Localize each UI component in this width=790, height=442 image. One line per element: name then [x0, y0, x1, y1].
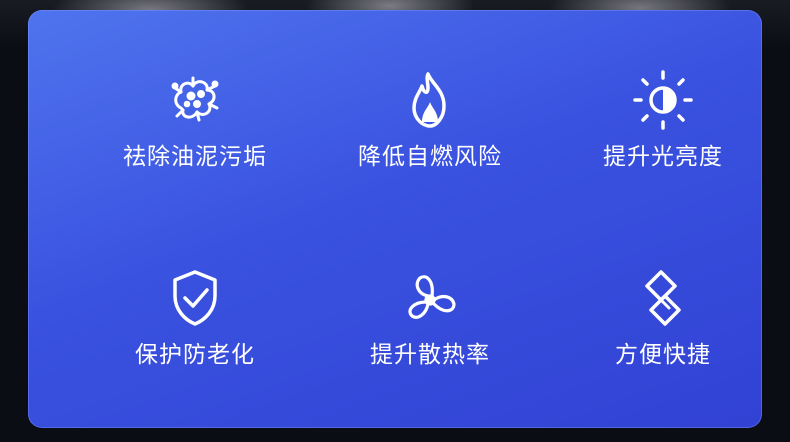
feature-label: 降低自燃风险: [358, 144, 502, 170]
shield-check-icon: [173, 270, 217, 326]
feature-label: 提升散热率: [370, 342, 490, 368]
feature-improve-heat-dissipation: 提升散热率: [330, 266, 530, 370]
feature-convenient: 方便快捷: [563, 266, 763, 370]
fan-icon: [408, 275, 456, 319]
feature-label: 提升光亮度: [603, 144, 723, 170]
flame-icon: [412, 72, 446, 128]
feature-anti-aging: 保护防老化: [95, 266, 295, 370]
sun-brightness-icon: [633, 70, 693, 130]
bacteria-icon: [171, 76, 219, 122]
link-icon: [645, 270, 681, 326]
feature-label: 保护防老化: [135, 342, 255, 368]
feature-improve-brightness: 提升光亮度: [563, 68, 763, 172]
features-panel: 祛除油泥污垢 降低自燃风险 提升光亮度 保护防老化 提升散热率 方便快捷: [28, 10, 762, 428]
feature-label: 方便快捷: [615, 342, 711, 368]
feature-remove-grime: 祛除油泥污垢: [95, 68, 295, 172]
feature-reduce-fire-risk: 降低自燃风险: [330, 68, 530, 172]
feature-label: 祛除油泥污垢: [123, 144, 267, 170]
